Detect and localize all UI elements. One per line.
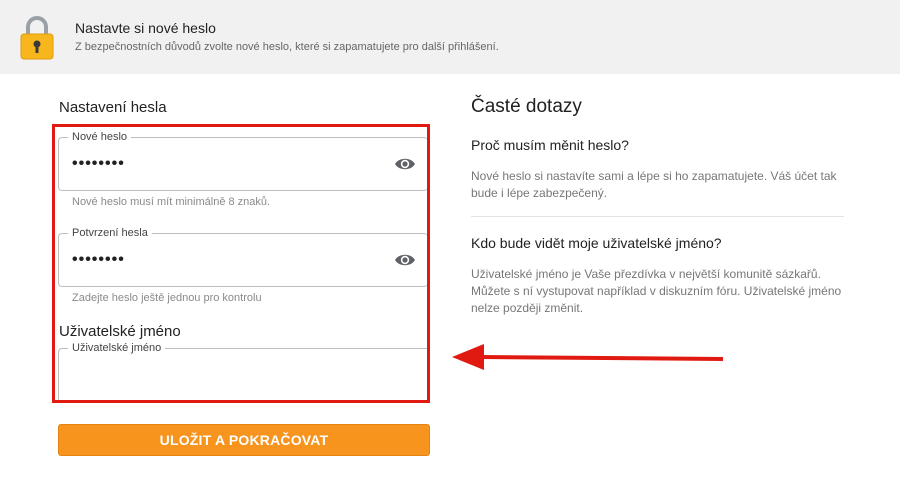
arrow-left-annotation — [452, 344, 724, 370]
highlight-box — [52, 124, 430, 403]
faq-answer: Uživatelské jméno je Vaše přezdívka v ne… — [471, 267, 842, 315]
banner-title: Nastavte si nové heslo — [75, 20, 216, 36]
lock-icon — [20, 16, 54, 60]
faq-question: Proč musím měnit heslo? — [471, 137, 629, 153]
save-and-continue-button[interactable]: ULOŽIT A POKRAČOVAT — [58, 424, 430, 456]
banner-subtitle: Z bezpečnostních důvodů zvolte nové hesl… — [75, 41, 499, 53]
faq-divider — [471, 216, 844, 217]
password-section-title: Nastavení hesla — [59, 99, 167, 116]
faq-question: Kdo bude vidět moje uživatelské jméno? — [471, 235, 722, 251]
faq-answer: Nové heslo si nastavíte sami a lépe si h… — [471, 169, 837, 200]
header-banner: Nastavte si nové heslo Z bezpečnostních … — [0, 0, 900, 74]
faq-title: Časté dotazy — [471, 96, 582, 117]
